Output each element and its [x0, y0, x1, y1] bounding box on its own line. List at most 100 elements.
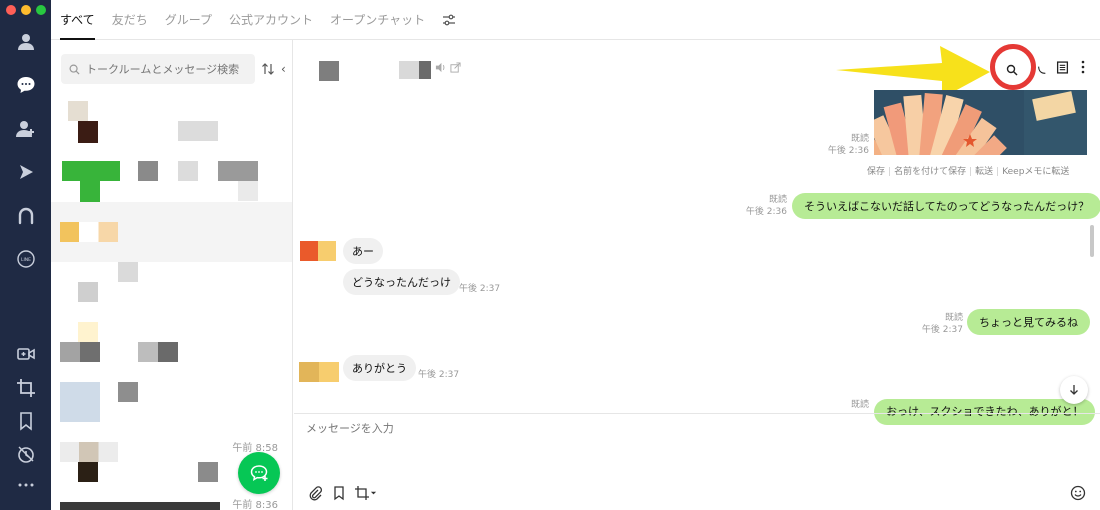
new-chat-icon — [250, 465, 268, 481]
search-box — [61, 54, 255, 84]
search-icon — [69, 64, 80, 75]
message-meta: 既読 午後 2:36 — [732, 194, 787, 218]
image-actions: 保存 | 名前を付けて保存 | 転送 | Keepメモに転送 — [867, 167, 1070, 177]
message-bubble-other[interactable]: どうなったんだっけ — [343, 269, 460, 295]
speaker-icon — [435, 62, 445, 73]
zoom-window-button[interactable] — [36, 5, 46, 15]
read-status: 既読 — [768, 195, 787, 205]
save-link[interactable]: 保存 — [867, 167, 885, 177]
message-bubble-other[interactable]: あー — [343, 238, 383, 264]
image-time: 午後 2:36 — [827, 146, 869, 156]
collapse-panel-icon[interactable]: ‹ — [281, 62, 286, 76]
list-item-name-2 — [138, 161, 158, 181]
tab-friends[interactable]: 友だち — [112, 0, 148, 40]
list-item-avatar-4b — [60, 342, 100, 362]
list-item-preview-1 — [178, 121, 218, 141]
message-time: 午後 2:37 — [459, 284, 501, 294]
message-meta: 既読 午後 2:37 — [908, 312, 963, 336]
chat-room: 既読 午後 2:36 保存 | 名前を付けて保存 | 転送 | Keepメモに転送 既読 午… — [294, 40, 1100, 425]
list-item-name-2d — [238, 181, 258, 201]
list-item-avatar-1b — [78, 121, 98, 143]
chat-filter-tabs: すべて 友だち グループ 公式アカウント オープンチャット — [51, 0, 1100, 40]
list-item-name-5 — [118, 382, 138, 402]
chat-bubble-icon[interactable] — [13, 72, 39, 98]
tab-official-accounts[interactable]: 公式アカウント — [229, 0, 313, 40]
list-item-time-7: 午前 8:36 — [232, 500, 278, 510]
sort-icon[interactable] — [261, 62, 275, 76]
image-read-status: 既読 — [850, 134, 869, 144]
call-icon[interactable] — [1037, 64, 1047, 76]
list-item-avatar-5[interactable] — [60, 382, 100, 422]
chat-scrollbar[interactable] — [1090, 225, 1094, 257]
save-as-link[interactable]: 名前を付けて保存 — [894, 167, 966, 177]
message-bubble-other[interactable]: ありがとう — [343, 355, 416, 381]
list-item-avatar-3 — [60, 222, 118, 242]
banknotes-photo — [874, 90, 1087, 155]
list-item-name-6 — [198, 462, 218, 482]
message-bubble-mine[interactable]: ちょっと見てみるね — [967, 309, 1090, 335]
forward-to-keep-link[interactable]: Keepメモに転送 — [1002, 167, 1069, 177]
read-status: 既読 — [850, 400, 869, 410]
list-item-preview-3 — [118, 262, 138, 282]
bookmark-icon[interactable] — [13, 408, 39, 434]
chat-room-name-block-c — [419, 61, 431, 79]
forward-link[interactable]: 転送 — [975, 167, 993, 177]
window-controls — [6, 5, 46, 15]
list-item-avatar-1[interactable] — [68, 101, 88, 121]
list-item-avatar-6b — [78, 462, 98, 482]
more-icon[interactable] — [13, 472, 39, 498]
list-item-avatar-2b — [80, 181, 100, 203]
chat-room-name-block-b — [399, 61, 419, 79]
tab-open-chat[interactable]: オープンチャット — [330, 0, 425, 40]
bookmark-icon[interactable] — [331, 485, 347, 501]
compose-area — [294, 413, 1100, 510]
arrow-down-icon — [1070, 385, 1078, 395]
screenshot-crop-icon[interactable] — [354, 485, 370, 501]
new-chat-button[interactable] — [238, 452, 280, 494]
list-item-name-2b — [178, 161, 198, 181]
chat-list-panel: ‹ 午前 8:58 午前 8:36 — [51, 40, 293, 510]
message-meta: 既読 — [814, 399, 869, 411]
chat-room-name-block — [319, 61, 339, 81]
more-vertical-icon[interactable] — [1080, 60, 1086, 74]
svg-text:LINE: LINE — [21, 257, 31, 263]
message-time: 午後 2:37 — [418, 370, 460, 380]
list-item-avatar-6[interactable] — [60, 442, 118, 462]
read-status: 既読 — [944, 313, 963, 323]
crop-icon[interactable] — [13, 375, 39, 401]
message-time: 午後 2:37 — [921, 325, 963, 335]
tab-groups[interactable]: グループ — [165, 0, 212, 40]
list-item-name-4 — [138, 342, 178, 362]
minimize-window-button[interactable] — [21, 5, 31, 15]
person-icon[interactable] — [13, 29, 39, 55]
list-item-name-2c — [218, 161, 258, 181]
list-item-avatar-4[interactable] — [78, 322, 98, 342]
play-icon[interactable] — [13, 159, 39, 185]
emoji-icon[interactable] — [1070, 485, 1086, 501]
line-logo-icon[interactable]: LINE — [13, 246, 39, 272]
attachment-icon[interactable] — [307, 485, 323, 501]
tab-all[interactable]: すべて — [60, 0, 95, 40]
sender-avatar[interactable] — [300, 241, 336, 261]
chevron-down-icon[interactable] — [370, 490, 377, 497]
image-meta: 既読 午後 2:36 — [814, 133, 869, 157]
search-input[interactable] — [86, 62, 246, 76]
add-friend-icon[interactable] — [13, 116, 39, 142]
left-rail: LINE — [0, 0, 51, 510]
notes-icon[interactable] — [1056, 61, 1069, 74]
scroll-to-bottom-button[interactable] — [1060, 376, 1088, 404]
search-icon[interactable] — [1006, 61, 1020, 76]
square-app-icon[interactable] — [13, 203, 39, 229]
shared-image[interactable] — [874, 90, 1087, 155]
list-item-preview-3b — [78, 282, 98, 302]
external-link-icon[interactable] — [450, 62, 461, 73]
message-input[interactable] — [306, 422, 706, 435]
message-bubble-mine[interactable]: そういえばこないだ話してたのってどうなったんだっけ？ — [792, 193, 1100, 219]
video-call-icon[interactable] — [13, 341, 39, 367]
filter-settings-icon[interactable] — [442, 13, 456, 27]
list-item-avatar-7[interactable] — [60, 502, 220, 510]
clock-icon[interactable] — [13, 441, 39, 467]
close-window-button[interactable] — [6, 5, 16, 15]
list-item-avatar-2[interactable] — [62, 161, 120, 181]
sender-avatar[interactable] — [299, 362, 339, 382]
